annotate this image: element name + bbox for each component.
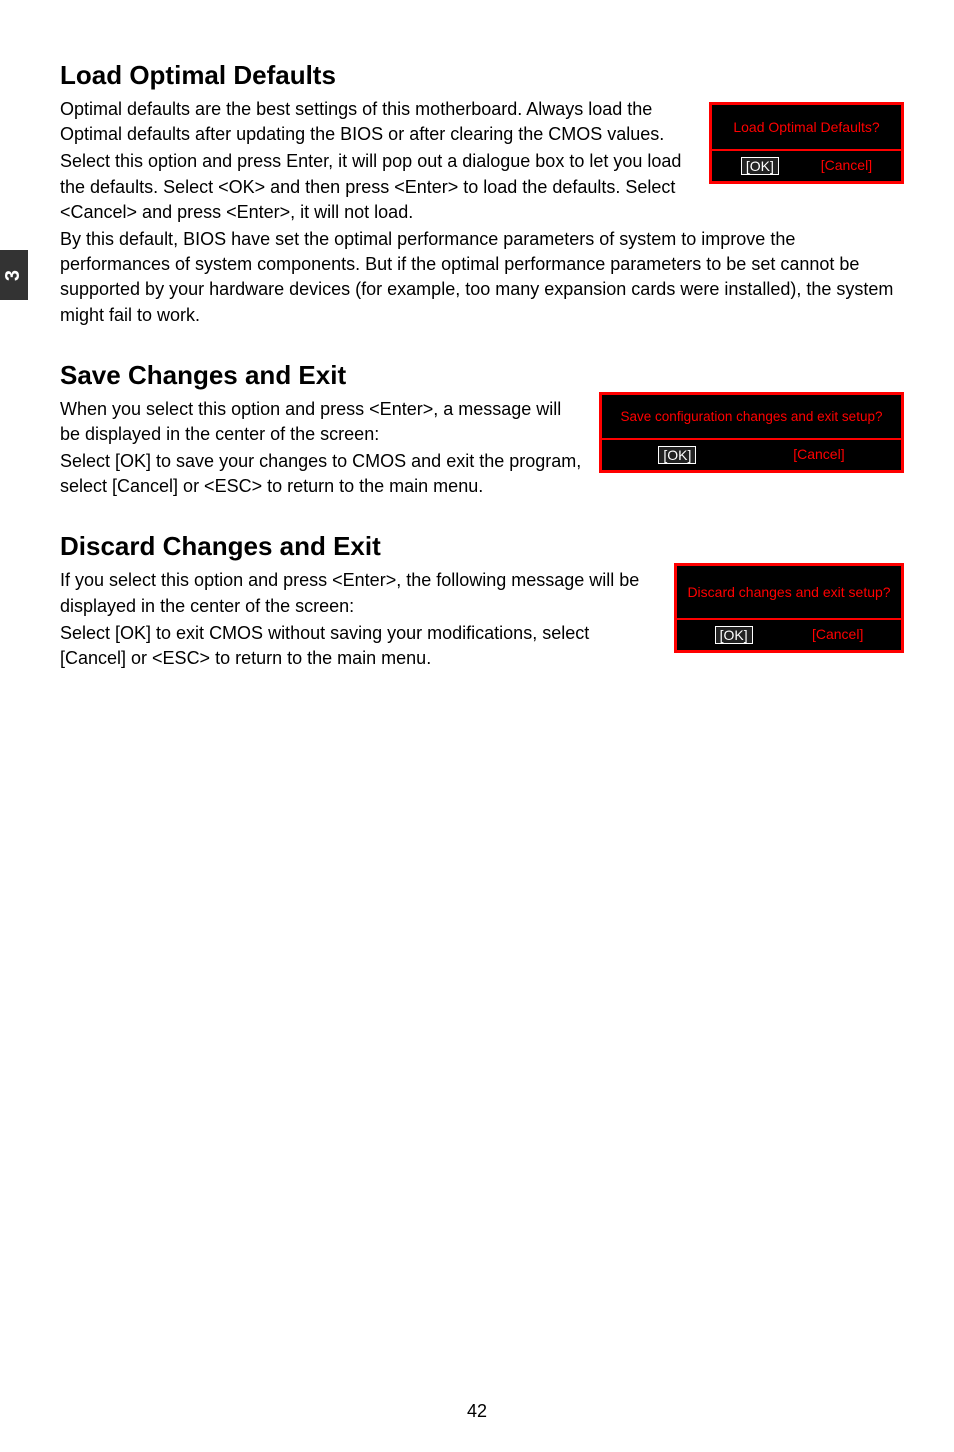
dialog-save-configuration: Save configuration changes and exit setu… (599, 392, 904, 473)
dialog-discard-changes: Discard changes and exit setup? [OK] [Ca… (674, 563, 904, 653)
dialog-title: Discard changes and exit setup? (677, 566, 901, 620)
paragraph: By this default, BIOS have set the optim… (60, 227, 904, 328)
page-number: 42 (0, 1401, 954, 1422)
ok-button[interactable]: [OK] (715, 626, 753, 644)
cancel-button[interactable]: [Cancel] (793, 446, 844, 464)
heading-save-changes: Save Changes and Exit (60, 360, 904, 391)
chapter-side-tab: 3 (0, 250, 28, 300)
ok-button[interactable]: [OK] (658, 446, 696, 464)
page-content: Load Optimal Defaults Load Optimal Defau… (50, 60, 904, 673)
ok-button[interactable]: [OK] (741, 157, 779, 175)
section-load-optimal-defaults: Load Optimal Defaults Load Optimal Defau… (60, 60, 904, 330)
chapter-number: 3 (3, 269, 26, 280)
dialog-load-optimal-defaults: Load Optimal Defaults? [OK] [Cancel] (709, 102, 904, 184)
dialog-title: Save configuration changes and exit setu… (602, 395, 901, 440)
dialog-title: Load Optimal Defaults? (712, 105, 901, 151)
heading-discard-changes: Discard Changes and Exit (60, 531, 904, 562)
heading-load-optimal: Load Optimal Defaults (60, 60, 904, 91)
section-discard-changes-exit: Discard Changes and Exit Discard changes… (60, 531, 904, 673)
dialog-button-row: [OK] [Cancel] (677, 620, 901, 650)
cancel-button[interactable]: [Cancel] (821, 157, 872, 175)
dialog-button-row: [OK] [Cancel] (602, 440, 901, 470)
dialog-button-row: [OK] [Cancel] (712, 151, 901, 181)
cancel-button[interactable]: [Cancel] (812, 626, 863, 644)
section-save-changes-exit: Save Changes and Exit Save configuration… (60, 360, 904, 502)
